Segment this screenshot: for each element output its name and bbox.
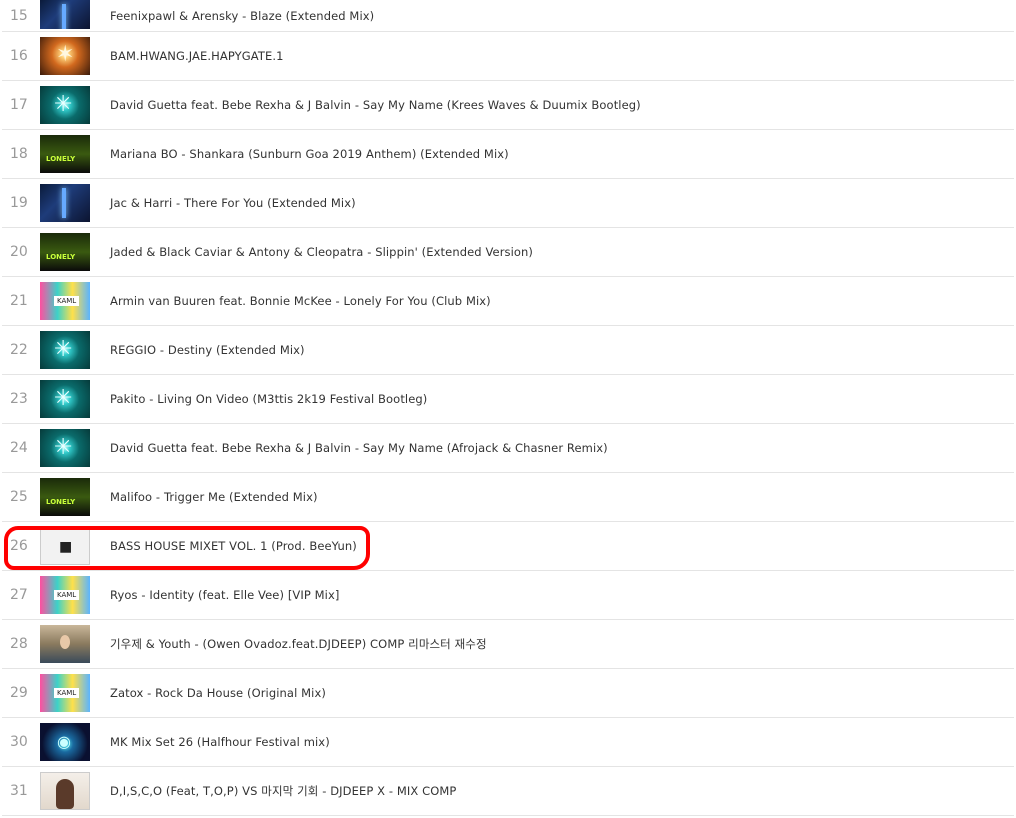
list-item[interactable]: 31 D,I,S,C,O (Feat, T,O,P) VS 마지막 기회 - D…	[2, 767, 1014, 816]
album-art-thumbnail[interactable]	[40, 429, 90, 467]
rank-number: 26	[10, 538, 28, 554]
album-art-thumbnail[interactable]	[40, 576, 90, 614]
album-art-thumbnail[interactable]	[40, 37, 90, 75]
rank-number: 29	[10, 685, 28, 701]
album-art-thumbnail[interactable]	[40, 772, 90, 810]
list-item[interactable]: 28 기우제 & Youth - (Owen Ovadoz.feat.DJDEE…	[2, 620, 1014, 669]
album-art-thumbnail[interactable]	[40, 674, 90, 712]
track-title[interactable]: Jaded & Black Caviar & Antony & Cleopatr…	[110, 245, 533, 259]
track-title[interactable]: David Guetta feat. Bebe Rexha & J Balvin…	[110, 441, 608, 455]
album-art-thumbnail[interactable]	[40, 380, 90, 418]
list-item[interactable]: 30 MK Mix Set 26 (Halfhour Festival mix)	[2, 718, 1014, 767]
rank-number: 19	[10, 195, 28, 211]
album-art-thumbnail[interactable]	[40, 86, 90, 124]
album-art-thumbnail[interactable]	[40, 135, 90, 173]
rank-number: 27	[10, 587, 28, 603]
track-title[interactable]: Jac & Harri - There For You (Extended Mi…	[110, 196, 356, 210]
rank-number: 21	[10, 293, 28, 309]
album-art-thumbnail[interactable]	[40, 282, 90, 320]
rank-number: 15	[10, 7, 28, 24]
rank-number: 23	[10, 391, 28, 407]
list-item[interactable]: 29 Zatox - Rock Da House (Original Mix)	[2, 669, 1014, 718]
track-title[interactable]: Malifoo - Trigger Me (Extended Mix)	[110, 490, 318, 504]
track-title[interactable]: MK Mix Set 26 (Halfhour Festival mix)	[110, 735, 330, 749]
list-item[interactable]: 23 Pakito - Living On Video (M3ttis 2k19…	[2, 375, 1014, 424]
rank-number: 20	[10, 244, 28, 260]
track-title[interactable]: Feenixpawl & Arensky - Blaze (Extended M…	[110, 9, 374, 23]
rank-number: 16	[10, 48, 28, 64]
rank-number: 25	[10, 489, 28, 505]
rank-number: 24	[10, 440, 28, 456]
list-item[interactable]: 18 Mariana BO - Shankara (Sunburn Goa 20…	[2, 130, 1014, 179]
list-item[interactable]: 21 Armin van Buuren feat. Bonnie McKee -…	[2, 277, 1014, 326]
album-art-thumbnail[interactable]	[40, 478, 90, 516]
album-art-thumbnail[interactable]	[40, 625, 90, 663]
list-item[interactable]: 15 Feenixpawl & Arensky - Blaze (Extende…	[2, 0, 1014, 32]
track-title[interactable]: REGGIO - Destiny (Extended Mix)	[110, 343, 305, 357]
track-title[interactable]: Armin van Buuren feat. Bonnie McKee - Lo…	[110, 294, 491, 308]
rank-number: 31	[10, 783, 28, 799]
track-title[interactable]: Ryos - Identity (feat. Elle Vee) [VIP Mi…	[110, 588, 339, 602]
track-title[interactable]: Pakito - Living On Video (M3ttis 2k19 Fe…	[110, 392, 427, 406]
list-item[interactable]: 24 David Guetta feat. Bebe Rexha & J Bal…	[2, 424, 1014, 473]
list-item[interactable]: 17 David Guetta feat. Bebe Rexha & J Bal…	[2, 81, 1014, 130]
rank-number: 18	[10, 146, 28, 162]
album-art-thumbnail[interactable]	[40, 233, 90, 271]
list-item[interactable]: 25 Malifoo - Trigger Me (Extended Mix)	[2, 473, 1014, 522]
track-title[interactable]: BASS HOUSE MIXET VOL. 1 (Prod. BeeYun)	[110, 539, 357, 553]
rank-number: 30	[10, 734, 28, 750]
rank-number: 17	[10, 97, 28, 113]
album-art-thumbnail[interactable]	[40, 184, 90, 222]
album-art-thumbnail[interactable]	[40, 527, 90, 565]
album-art-thumbnail[interactable]	[40, 331, 90, 369]
track-title[interactable]: BAM.HWANG.JAE.HAPYGATE.1	[110, 49, 284, 63]
list-item[interactable]: 27 Ryos - Identity (feat. Elle Vee) [VIP…	[2, 571, 1014, 620]
rank-number: 28	[10, 636, 28, 652]
list-item[interactable]: 16 BAM.HWANG.JAE.HAPYGATE.1	[2, 32, 1014, 81]
album-art-thumbnail[interactable]	[40, 0, 90, 29]
track-title[interactable]: Zatox - Rock Da House (Original Mix)	[110, 686, 326, 700]
rank-number: 22	[10, 342, 28, 358]
track-title[interactable]: David Guetta feat. Bebe Rexha & J Balvin…	[110, 98, 641, 112]
track-title[interactable]: 기우제 & Youth - (Owen Ovadoz.feat.DJDEEP) …	[110, 636, 487, 652]
track-title[interactable]: Mariana BO - Shankara (Sunburn Goa 2019 …	[110, 147, 509, 161]
list-item[interactable]: 19 Jac & Harri - There For You (Extended…	[2, 179, 1014, 228]
track-title[interactable]: D,I,S,C,O (Feat, T,O,P) VS 마지막 기회 - DJDE…	[110, 783, 456, 799]
list-item[interactable]: 22 REGGIO - Destiny (Extended Mix)	[2, 326, 1014, 375]
track-list: 15 Feenixpawl & Arensky - Blaze (Extende…	[0, 0, 1016, 816]
list-item[interactable]: 20 Jaded & Black Caviar & Antony & Cleop…	[2, 228, 1014, 277]
list-item[interactable]: 26 BASS HOUSE MIXET VOL. 1 (Prod. BeeYun…	[2, 522, 1014, 571]
album-art-thumbnail[interactable]	[40, 723, 90, 761]
